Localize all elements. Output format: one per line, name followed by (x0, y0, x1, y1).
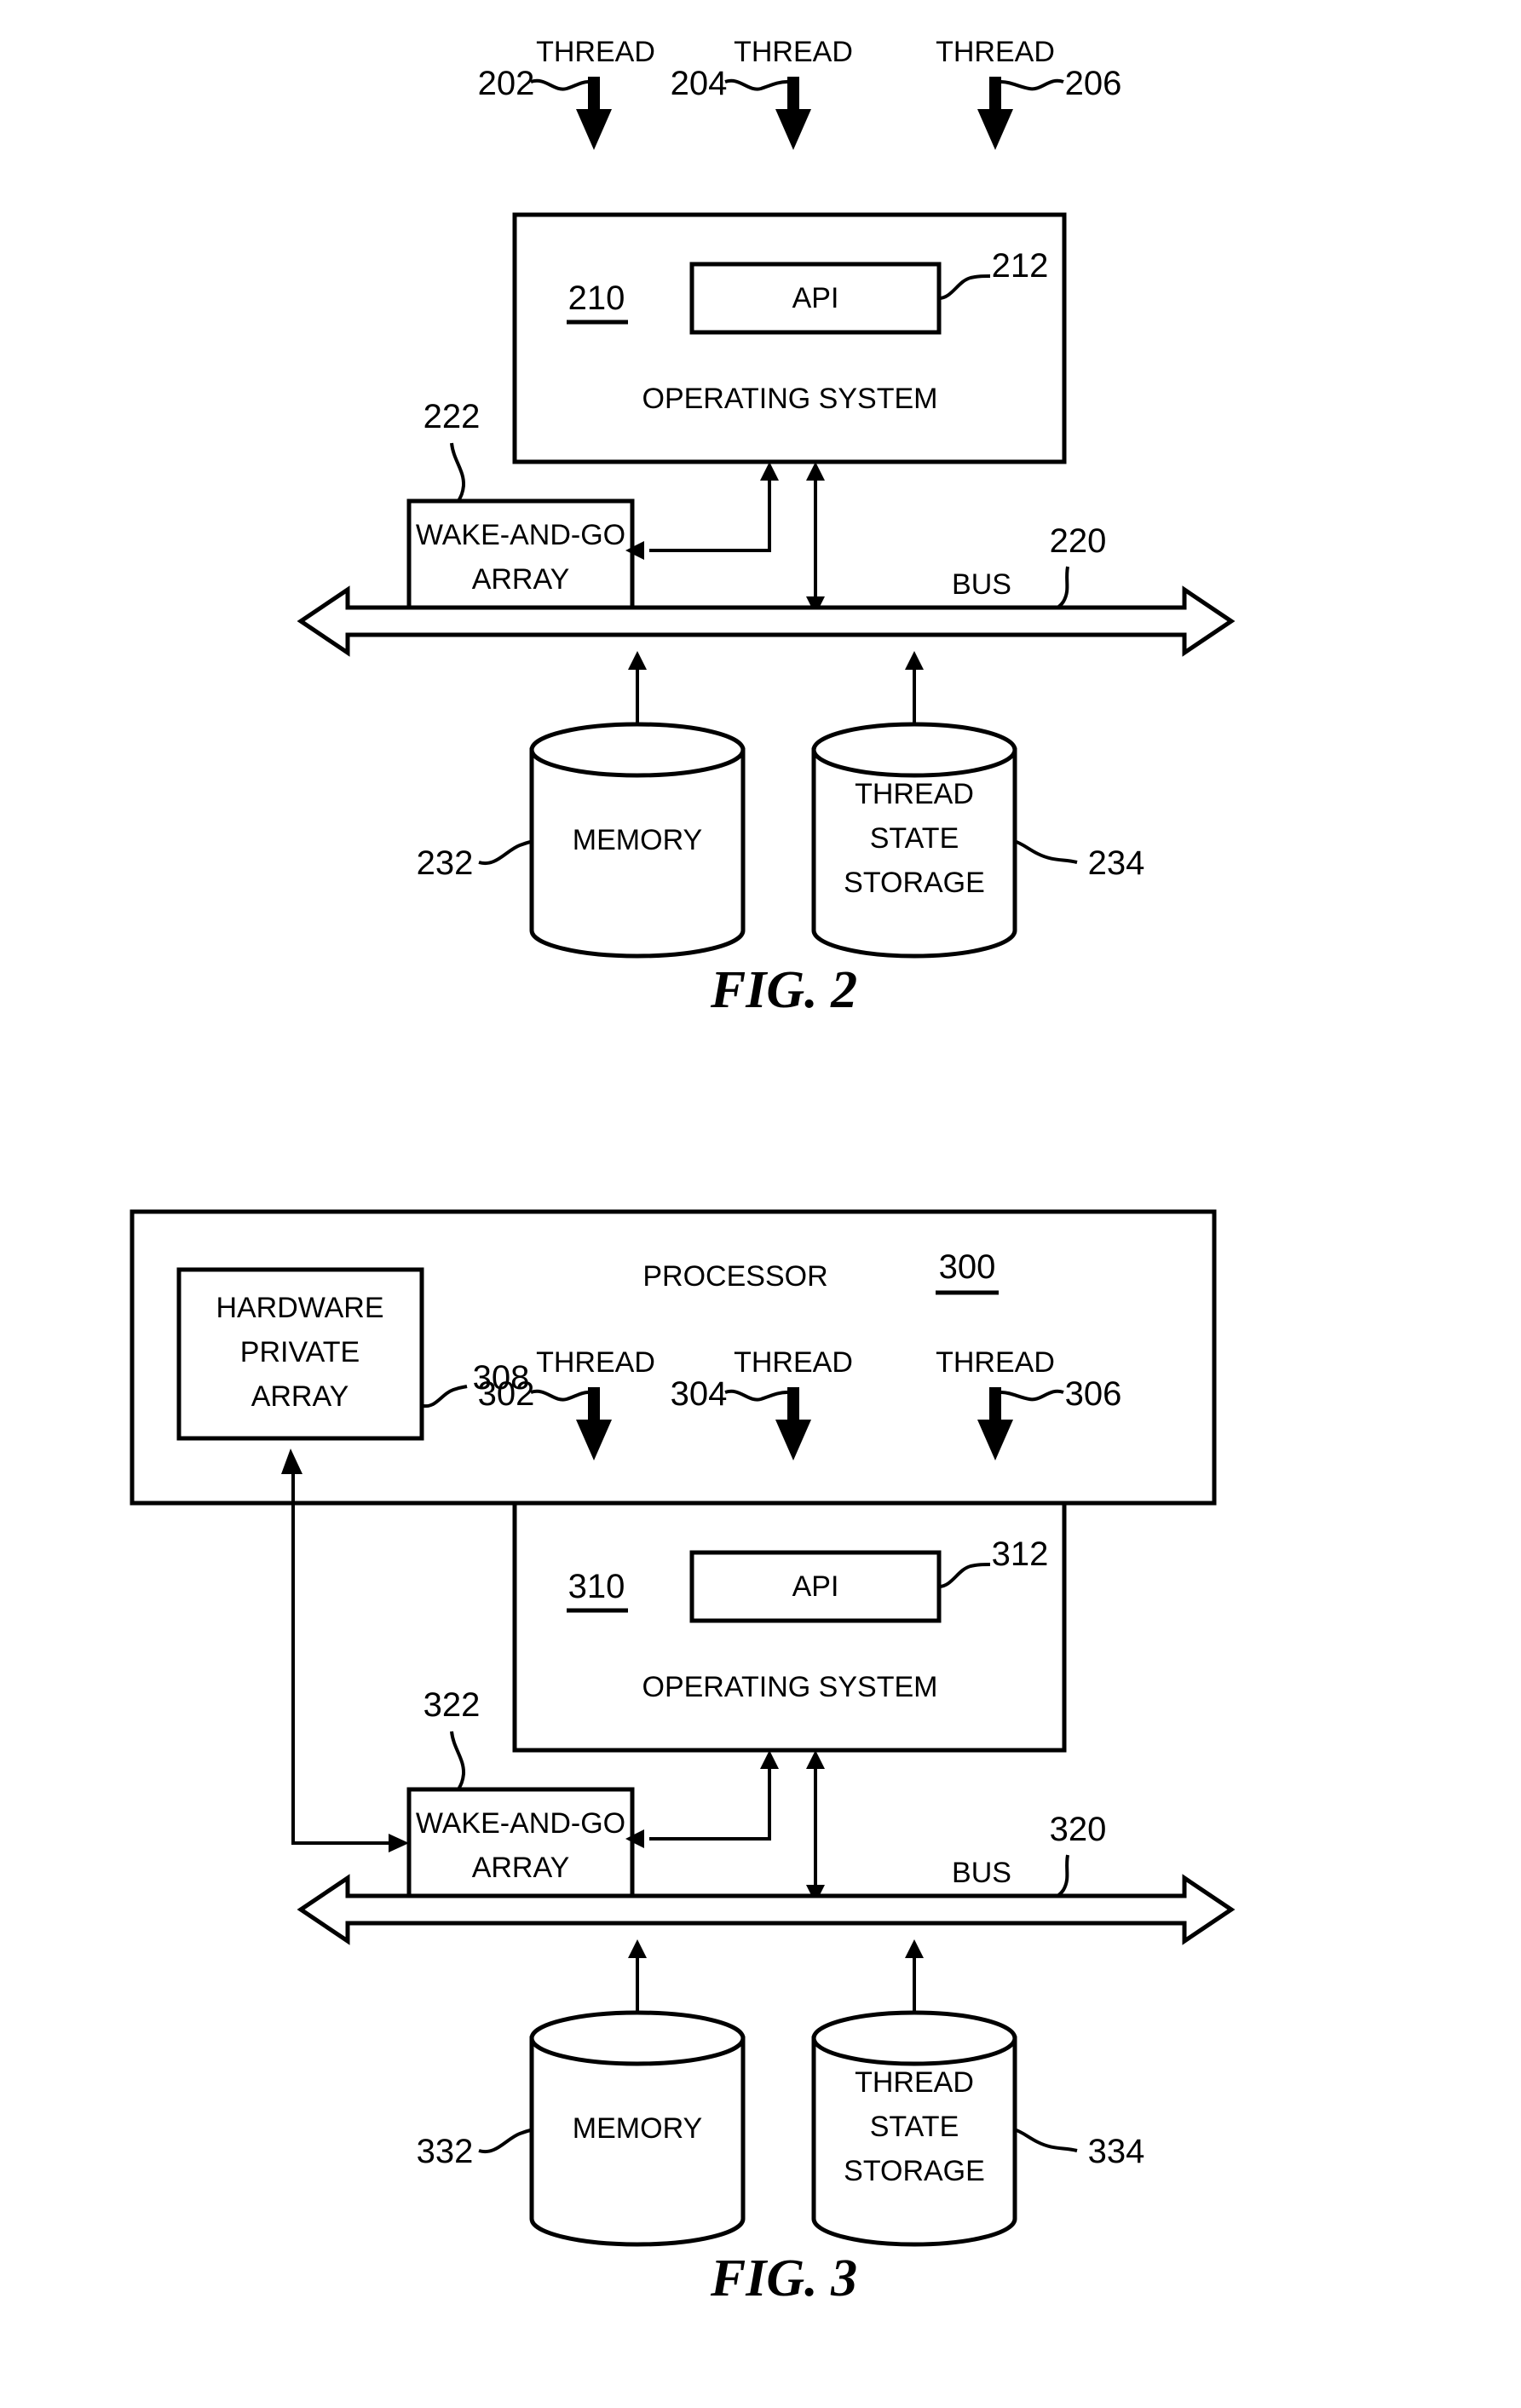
fig2-wake-and-go-ref: 222 (423, 398, 481, 435)
figures-svg: THREAD 202 THREAD 204 THREAD 206 210 API (130, 36, 1236, 2307)
fig2-bus-label: BUS (952, 568, 1011, 601)
fig2-caption: FIG. 2 (710, 961, 857, 1019)
fig2-api-label: API (792, 282, 839, 314)
fig2-thread-2-arrow (775, 77, 811, 150)
fig3-memory-label: MEMORY (573, 2112, 702, 2145)
fig3-operating-system-box (512, 1501, 1067, 1753)
fig3-tss-line1: THREAD (855, 2066, 974, 2099)
fig2-leader-204 (724, 78, 788, 91)
fig3-memory-ref: 332 (417, 2133, 474, 2170)
fig3-os-ref: 310 (568, 1568, 625, 1605)
fig2-memory-label: MEMORY (573, 824, 702, 856)
fig3-thread-1-label: THREAD (536, 1346, 655, 1379)
fig3-caption: FIG. 3 (710, 2250, 857, 2307)
fig2-os-ref: 210 (568, 279, 625, 317)
fig2-thread-1-label: THREAD (536, 36, 655, 68)
fig2-memory-ref: 232 (417, 844, 474, 882)
fig3-processor-label: PROCESSOR (642, 1260, 827, 1293)
fig2-leader-232 (478, 839, 534, 866)
fig3-leader-332 (478, 2128, 534, 2154)
fig3-thread-2-ref: 304 (671, 1375, 728, 1413)
fig2-tss-line2: STATE (870, 822, 959, 855)
fig3-os-to-wag-arrow-up (760, 1750, 779, 1769)
fig3-bus-label: BUS (952, 1857, 1011, 1889)
fig3-wag-to-hpa-path (291, 1466, 389, 1845)
fig3-bus-memory-arrow-up (628, 1939, 647, 1958)
fig3-os-bus-arrow-up (806, 1750, 825, 1769)
fig2-tss-line3: STORAGE (844, 867, 985, 899)
fig3-bus-tss-arrow-up (905, 1939, 924, 1958)
fig2-operating-system-box (512, 212, 1067, 464)
fig2-api-ref: 212 (992, 247, 1049, 285)
fig2-wake-and-go-line1: WAKE-AND-GO (416, 519, 625, 551)
fig3-tss-line2: STATE (870, 2111, 959, 2143)
fig3-thread-2-label: THREAD (734, 1346, 853, 1379)
fig3-hpa-line2: PRIVATE (240, 1336, 360, 1368)
fig3-bus-ref: 320 (1050, 1811, 1107, 1848)
fig2-leader-220 (1052, 566, 1069, 612)
fig3-hpa-line1: HARDWARE (216, 1292, 383, 1324)
fig2-os-title: OPERATING SYSTEM (642, 383, 938, 415)
fig2-bus-tss-arrow-up (905, 651, 924, 670)
fig2-tss-line1: THREAD (855, 778, 974, 810)
fig3-wake-and-go-line1: WAKE-AND-GO (416, 1807, 625, 1840)
fig2-thread-1-arrow (576, 77, 612, 150)
fig3-api-label: API (792, 1570, 839, 1603)
fig2-leader-202 (530, 78, 589, 91)
fig3-tss-line3: STORAGE (844, 2155, 985, 2187)
fig2-thread-3-arrow (977, 77, 1013, 150)
fig2-thread-2-label: THREAD (734, 36, 853, 68)
fig2-wake-and-go-line2: ARRAY (472, 563, 570, 596)
fig3-thread-1-ref: 302 (478, 1375, 535, 1413)
fig3-os-to-wag-path (649, 1757, 771, 1841)
fig3-leader-334 (1013, 2128, 1078, 2152)
fig2-leader-234 (1013, 839, 1078, 864)
fig3-thread-3-ref: 306 (1065, 1375, 1122, 1413)
fig3-wag-left-arrowhead (389, 1834, 409, 1852)
patent-drawing-sheet: THREAD 202 THREAD 204 THREAD 206 210 API (0, 0, 1521, 2408)
figure-2-group: THREAD 202 THREAD 204 THREAD 206 210 API (297, 36, 1236, 1019)
fig2-thread-3-label: THREAD (936, 36, 1055, 68)
fig3-tss-ref: 334 (1088, 2133, 1145, 2170)
fig2-leader-222 (450, 442, 466, 502)
fig2-os-to-wag-path (649, 469, 771, 552)
fig3-thread-3-label: THREAD (936, 1346, 1055, 1379)
fig2-tss-ref: 234 (1088, 844, 1145, 882)
fig3-wake-and-go-ref: 322 (423, 1686, 481, 1724)
fig3-wake-and-go-line2: ARRAY (472, 1852, 570, 1884)
fig3-leader-320 (1052, 1854, 1069, 1900)
fig2-os-bus-arrow-up (806, 462, 825, 481)
fig3-os-title: OPERATING SYSTEM (642, 1671, 938, 1703)
fig3-hpa-line3: ARRAY (251, 1380, 349, 1413)
fig2-thread-1-ref: 202 (478, 65, 535, 102)
fig3-leader-322 (450, 1731, 466, 1790)
fig2-bus-memory-arrow-up (628, 651, 647, 670)
fig2-os-to-wag-arrow-up (760, 462, 779, 481)
fig2-bus-ref: 220 (1050, 522, 1107, 560)
fig2-thread-3-ref: 206 (1065, 65, 1122, 102)
fig2-leader-206 (1000, 78, 1064, 91)
fig2-thread-2-ref: 204 (671, 65, 728, 102)
figure-3-group: PROCESSOR 300 HARDWARE PRIVATE ARRAY 308… (130, 1209, 1236, 2307)
fig3-processor-ref: 300 (939, 1248, 996, 1286)
fig3-api-ref: 312 (992, 1535, 1049, 1573)
